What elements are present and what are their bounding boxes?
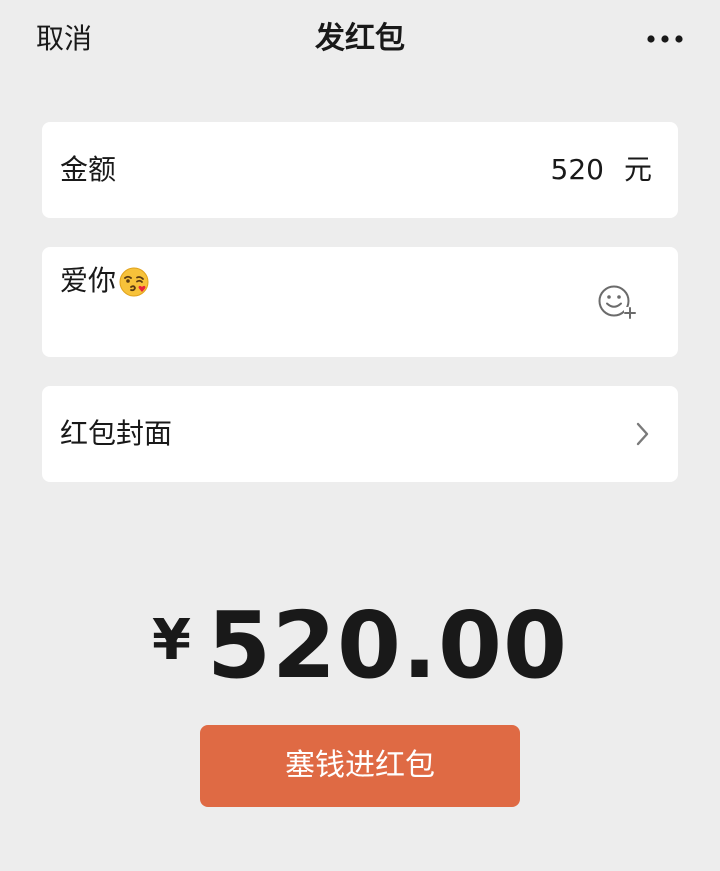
currency-symbol: ¥ <box>152 608 191 673</box>
send-red-packet-screen: 取消 发红包 金额 520 元 爱你 红包封面 ¥ 520.00 塞钱进红包 <box>0 0 720 871</box>
page-title: 发红包 <box>315 21 405 56</box>
amount-input[interactable]: 520 <box>551 152 604 188</box>
message-card[interactable]: 爱你 <box>42 247 678 357</box>
send-red-packet-button[interactable]: 塞钱进红包 <box>200 725 520 807</box>
amount-label: 金额 <box>60 153 117 186</box>
more-dots-icon[interactable] <box>640 22 690 56</box>
cover-label: 红包封面 <box>60 417 173 450</box>
header: 取消 发红包 <box>0 0 720 78</box>
emoji-add-icon[interactable] <box>594 281 642 323</box>
kissing-face-emoji-icon <box>118 266 150 298</box>
message-text: 爱你 <box>60 264 117 297</box>
chevron-right-icon <box>634 420 652 448</box>
message-input[interactable]: 爱你 <box>60 263 150 299</box>
total-amount: ¥520.00 <box>0 592 720 699</box>
amount-card[interactable]: 金额 520 元 <box>42 122 678 218</box>
cover-card[interactable]: 红包封面 <box>42 386 678 482</box>
amount-unit: 元 <box>623 153 652 186</box>
total-value: 520.00 <box>206 592 568 699</box>
